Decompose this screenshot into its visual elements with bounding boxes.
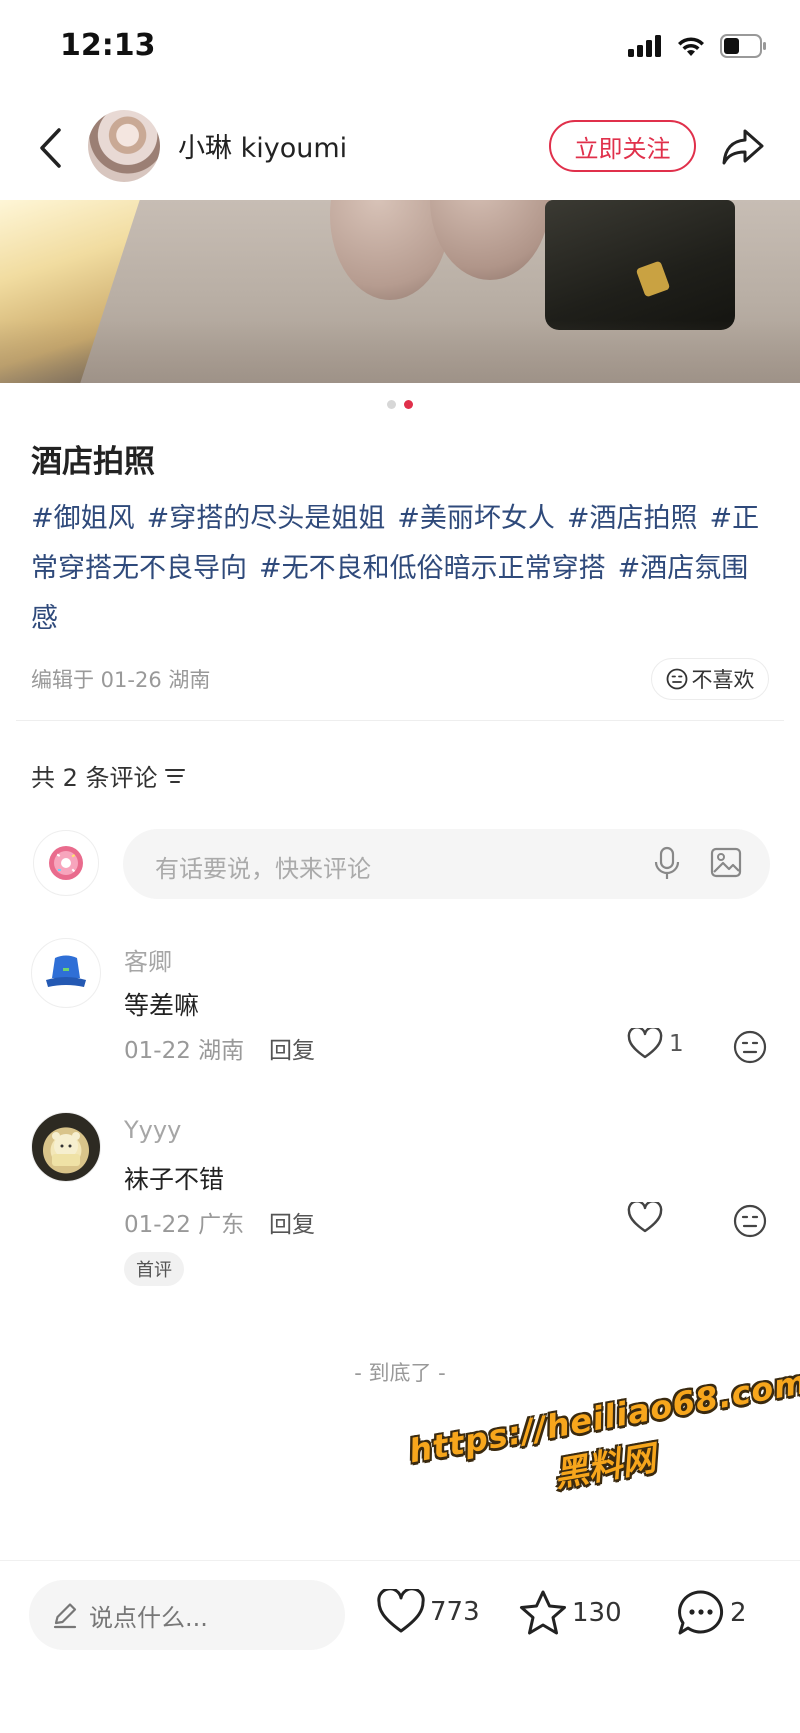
heart-icon (377, 1589, 425, 1633)
comment-count: 2 (730, 1598, 747, 1628)
post-tags: #御姐风 #穿搭的尽头是姐姐 #美丽坏女人 #酒店拍照 #正常穿搭无不良导向 #无不良和低… (31, 494, 771, 644)
image-icon[interactable] (710, 846, 742, 884)
commenter-avatar[interactable] (31, 1112, 101, 1182)
comment-dislike-button[interactable] (733, 1030, 767, 1068)
status-icons (628, 34, 768, 58)
commenter-name[interactable]: Yyyy (124, 1116, 181, 1144)
wifi-icon (678, 37, 704, 56)
comment-text: 袜子不错 (124, 1165, 225, 1194)
battery-icon (720, 34, 766, 58)
dislike-label: 不喜欢 (691, 668, 755, 692)
like-button[interactable]: 773 (376, 1589, 480, 1635)
carousel-dot-active (404, 400, 413, 409)
post-title: 酒店拍照 (31, 444, 155, 480)
carousel-dot (387, 400, 396, 409)
post-image[interactable] (0, 200, 800, 383)
comment-meta: 01-22 广东 (124, 1212, 245, 1238)
first-comment-badge: 首评 (124, 1252, 184, 1286)
carousel-indicator (0, 400, 800, 409)
follow-button[interactable]: 立即关注 (549, 120, 696, 172)
heart-icon (627, 1028, 663, 1059)
comment-like-count: 1 (669, 1031, 684, 1057)
like-count: 773 (430, 1597, 480, 1627)
bucket-hat-avatar-icon (46, 955, 86, 987)
favorite-count: 130 (572, 1598, 622, 1628)
share-icon (722, 129, 764, 165)
reply-button[interactable]: 回复 (269, 1205, 315, 1239)
sort-icon (164, 768, 185, 783)
author-avatar[interactable] (88, 110, 160, 182)
post-meta: 编辑于 01-26 湖南 (31, 668, 211, 692)
post-header: 小琳 kiyoumi 立即关注 (0, 96, 800, 200)
comment-like-button[interactable] (627, 1202, 663, 1234)
heart-icon (627, 1202, 663, 1233)
watermark: https://heiliao68.com 黑料网 (406, 1363, 800, 1521)
status-bar: 12:13 (0, 0, 800, 96)
status-time: 12:13 (60, 28, 156, 63)
hashtag[interactable]: #御姐风 (31, 503, 135, 534)
reply-button[interactable]: 回复 (269, 1031, 315, 1065)
hashtag[interactable]: #美丽坏女人 (397, 503, 555, 534)
comment-dislike-button[interactable] (733, 1204, 767, 1242)
bear-cake-avatar-icon (52, 1132, 80, 1166)
neutral-face-icon (733, 1204, 767, 1238)
neutral-face-icon (666, 668, 687, 690)
donut-avatar-icon (49, 846, 83, 880)
back-button[interactable] (30, 124, 70, 172)
hashtag[interactable]: #无不良和低俗暗示正常穿搭 (259, 553, 606, 584)
hashtag[interactable]: #穿搭的尽头是姐姐 (147, 503, 386, 534)
say-something-input[interactable]: 说点什么... (29, 1580, 345, 1650)
end-of-list-text: - 到底了 - (354, 1361, 446, 1385)
hashtag[interactable]: #酒店拍照 (567, 503, 698, 534)
favorite-button[interactable]: 130 (518, 1589, 622, 1637)
say-something-placeholder: 说点什么... (89, 1603, 208, 1632)
author-name[interactable]: 小琳 kiyoumi (178, 126, 347, 165)
comment-input-placeholder: 有话要说，快来评论 (155, 855, 371, 883)
comment-text: 等差嘛 (124, 991, 200, 1020)
comments-count: 共 2 条评论 (31, 764, 158, 792)
pencil-icon (53, 1603, 77, 1629)
comment-input[interactable]: 有话要说，快来评论 (123, 829, 770, 899)
comment-like-button[interactable]: 1 (627, 1028, 684, 1060)
dislike-button[interactable]: 不喜欢 (651, 658, 769, 700)
comments-header[interactable]: 共 2 条评论 (31, 758, 186, 793)
commenter-avatar[interactable] (31, 938, 101, 1008)
my-avatar[interactable] (33, 830, 99, 896)
neutral-face-icon (733, 1030, 767, 1064)
comment-button[interactable]: 2 (676, 1589, 747, 1637)
microphone-icon[interactable] (653, 846, 681, 886)
comment-meta: 01-22 湖南 (124, 1038, 245, 1064)
share-button[interactable] (718, 122, 768, 172)
signal-icon (628, 35, 661, 57)
divider (16, 720, 784, 721)
chevron-left-icon (40, 128, 61, 168)
bottom-action-bar: 说点什么... 773 130 2 (0, 1560, 800, 1733)
commenter-name[interactable]: 客卿 (124, 942, 172, 977)
comment-bubble-icon (678, 1590, 724, 1635)
star-icon (520, 1590, 566, 1635)
